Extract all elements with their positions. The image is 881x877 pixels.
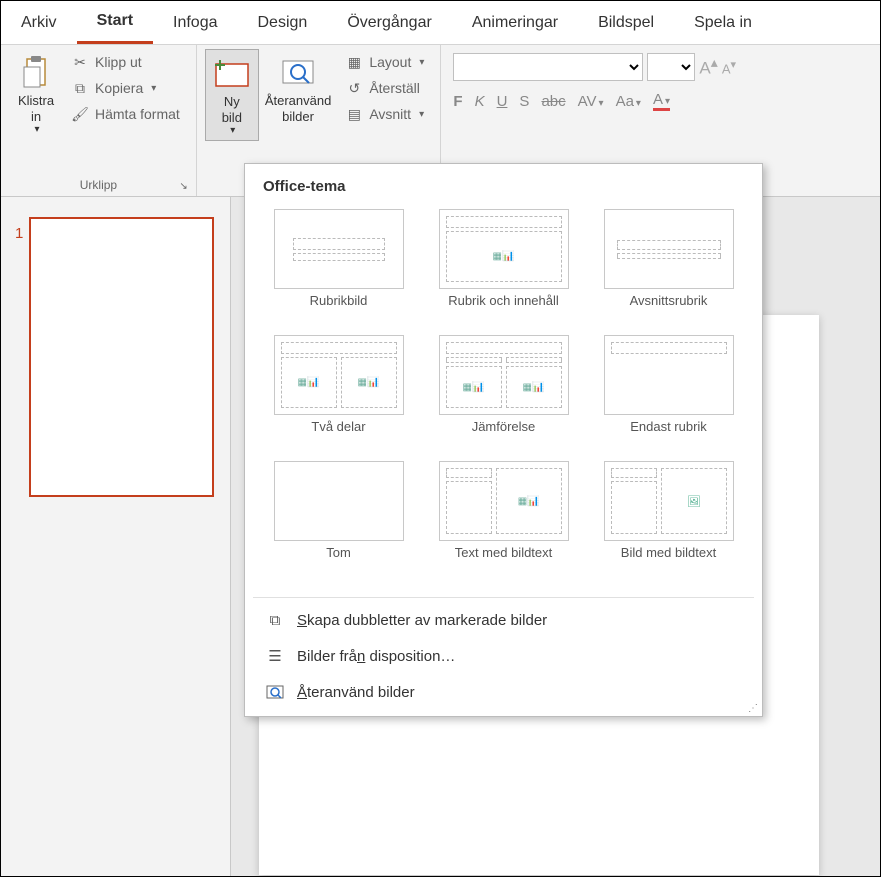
copy-icon: ⧉ <box>71 79 89 97</box>
new-slide-label: Ny bild <box>222 94 242 125</box>
layout-rubrik-innehall[interactable]: ▦📊 Rubrik och innehåll <box>430 209 577 325</box>
slide-thumbnail-panel <box>1 197 231 876</box>
reuse-slides-icon <box>281 53 315 91</box>
layout-text-bildtext[interactable]: ▦📊 Text med bildtext <box>430 461 577 577</box>
section-button[interactable]: ▤ Avsnitt ▾ <box>341 103 428 125</box>
chevron-down-icon: ▾ <box>419 57 424 68</box>
copy-button[interactable]: ⧉ Kopiera ▾ <box>67 77 184 99</box>
reuse-icon <box>265 682 285 702</box>
layout-bild-bildtext[interactable]: 🖼 Bild med bildtext <box>595 461 742 577</box>
tab-design[interactable]: Design <box>238 1 328 44</box>
reuse-slides-button[interactable]: Återanvänd bilder <box>259 49 338 128</box>
content-icon: ▦📊 <box>463 382 485 393</box>
reset-button[interactable]: ↺ Återställ <box>341 77 428 99</box>
layout-avsnittsrubrik[interactable]: Avsnittsrubrik <box>595 209 742 325</box>
layout-grid: Rubrikbild ▦📊 Rubrik och innehåll Avsnit… <box>245 201 762 593</box>
slide-thumbnail-1[interactable] <box>29 217 214 497</box>
tab-arkiv[interactable]: Arkiv <box>1 1 77 44</box>
duplicate-icon: ⧉ <box>265 610 285 630</box>
content-icon: ▦📊 <box>358 377 380 388</box>
clipboard-icon <box>21 53 51 91</box>
change-case-button[interactable]: Aa▾ <box>616 93 641 110</box>
content-icon: ▦📊 <box>523 382 545 393</box>
section-label: Avsnitt <box>369 106 411 122</box>
menu-separator <box>253 597 754 598</box>
content-icon: ▦📊 <box>493 251 515 262</box>
outline-icon: ☰ <box>265 646 285 666</box>
layout-label: Layout <box>369 54 411 70</box>
italic-button[interactable]: K <box>475 93 485 110</box>
slides-from-outline-item[interactable]: ☰ Bilder från disposition… <box>245 638 762 674</box>
duplicate-slides-item[interactable]: ⧉ Skapa dubbletter av markerade bilder <box>245 602 762 638</box>
reset-label: Återställ <box>369 80 420 96</box>
shadow-button[interactable]: S <box>519 93 529 110</box>
grow-font-button[interactable]: A▴ <box>699 55 717 79</box>
new-slide-button[interactable]: Ny bild ▾ <box>205 49 259 141</box>
layout-button[interactable]: ▦ Layout ▾ <box>341 51 428 73</box>
new-slide-menu: Office-tema Rubrikbild ▦📊 Rubrik och inn… <box>244 163 763 717</box>
layout-endast-rubrik[interactable]: Endast rubrik <box>595 335 742 451</box>
scissors-icon: ✂ <box>71 53 89 71</box>
paste-button[interactable]: Klistra in ▾ <box>9 49 63 139</box>
paste-label: Klistra in <box>18 93 54 124</box>
layout-icon: ▦ <box>345 53 363 71</box>
content-icon: ▦📊 <box>298 377 320 388</box>
reuse-slides-item[interactable]: Återanvänd bilder <box>245 674 762 710</box>
char-spacing-button[interactable]: AV▾ <box>578 93 604 110</box>
copy-label: Kopiera <box>95 80 143 96</box>
reset-icon: ↺ <box>345 79 363 97</box>
tab-animeringar[interactable]: Animeringar <box>452 1 578 44</box>
dialog-launcher-icon[interactable]: ↘ <box>179 181 187 192</box>
slide-number: 1 <box>15 225 23 242</box>
chevron-down-icon: ▾ <box>34 124 39 135</box>
resize-grip-icon[interactable]: ⋰ <box>748 703 758 714</box>
tab-bildspel[interactable]: Bildspel <box>578 1 674 44</box>
format-painter-label: Hämta format <box>95 106 180 122</box>
font-size-select[interactable] <box>647 53 695 81</box>
format-painter-button[interactable]: 🖌 Hämta format <box>67 103 184 125</box>
menu-title: Office-tema <box>245 164 762 201</box>
tab-infoga[interactable]: Infoga <box>153 1 237 44</box>
chevron-down-icon: ▾ <box>151 83 156 94</box>
tab-start[interactable]: Start <box>77 1 153 44</box>
reuse-slides-label: Återanvänd bilder <box>265 93 332 124</box>
layout-tva-delar[interactable]: ▦📊 ▦📊 Två delar <box>265 335 412 451</box>
tab-spela-in[interactable]: Spela in <box>674 1 772 44</box>
chevron-down-icon: ▾ <box>230 125 235 136</box>
group-label-urklipp: Urklipp ↘ <box>9 176 188 194</box>
underline-button[interactable]: U <box>497 93 508 110</box>
bold-button[interactable]: F <box>453 93 462 110</box>
content-icon: ▦📊 <box>518 496 540 507</box>
chevron-down-icon: ▾ <box>419 109 424 120</box>
ribbon-tabs: Arkiv Start Infoga Design Övergångar Ani… <box>1 1 880 45</box>
layout-tom[interactable]: Tom <box>265 461 412 577</box>
new-slide-icon <box>214 54 250 92</box>
cut-label: Klipp ut <box>95 54 142 70</box>
layout-jamforelse[interactable]: ▦📊 ▦📊 Jämförelse <box>430 335 577 451</box>
picture-icon: 🖼 <box>687 495 701 508</box>
strike-button[interactable]: abc <box>541 93 565 110</box>
section-icon: ▤ <box>345 105 363 123</box>
font-family-select[interactable] <box>453 53 643 81</box>
font-color-button[interactable]: A▾ <box>653 91 670 111</box>
shrink-font-button[interactable]: A▾ <box>722 58 736 76</box>
layout-rubrikbild[interactable]: Rubrikbild <box>265 209 412 325</box>
cut-button[interactable]: ✂ Klipp ut <box>67 51 184 73</box>
brush-icon: 🖌 <box>71 105 89 123</box>
group-urklipp: Klistra in ▾ ✂ Klipp ut ⧉ Kopiera ▾ 🖌 Hä… <box>1 45 197 196</box>
tab-overgangar[interactable]: Övergångar <box>327 1 452 44</box>
